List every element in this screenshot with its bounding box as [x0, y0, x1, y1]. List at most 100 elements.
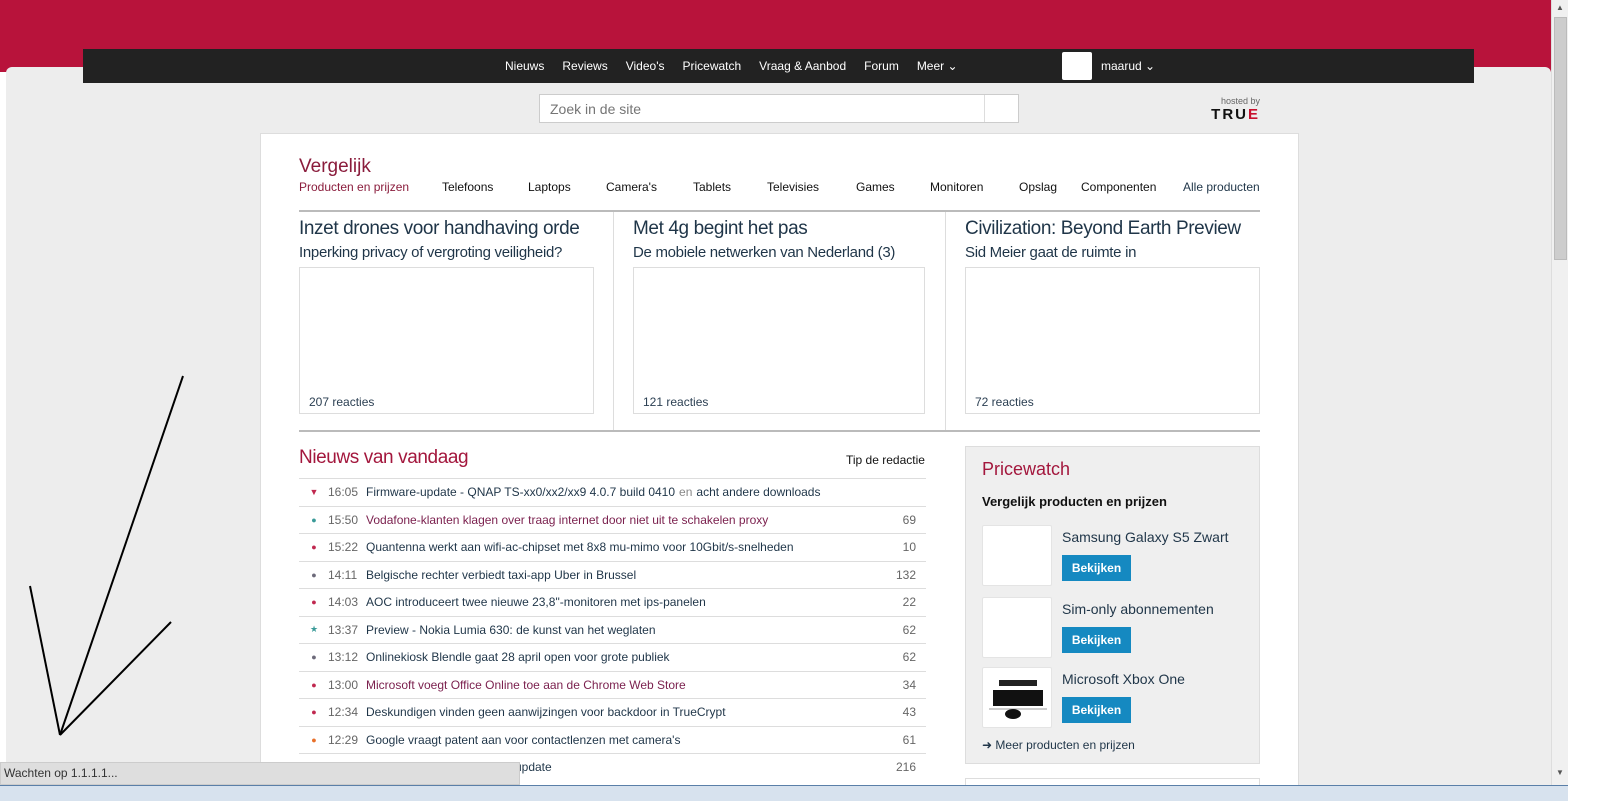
- dot-icon: ●: [311, 707, 317, 718]
- reaction-count[interactable]: 207 reacties: [309, 395, 374, 409]
- reaction-count[interactable]: 121 reacties: [643, 395, 708, 409]
- nav-videos[interactable]: Video's: [626, 59, 665, 73]
- comment-count[interactable]: 62: [903, 650, 916, 664]
- product-name[interactable]: Microsoft Xbox One: [1062, 671, 1185, 687]
- category-televisies[interactable]: Televisies: [767, 180, 819, 194]
- news-conjunction: en: [679, 485, 693, 500]
- comment-count[interactable]: 34: [903, 678, 916, 692]
- news-time: 14:03: [328, 595, 359, 610]
- scrollbar-thumb[interactable]: [1554, 17, 1567, 260]
- feature-subtitle[interactable]: Sid Meier gaat de ruimte in: [965, 244, 1260, 261]
- feature-title[interactable]: Met 4g begint het pas: [633, 218, 925, 240]
- compare-title[interactable]: Vergelijk: [299, 156, 371, 178]
- category-games[interactable]: Games: [856, 180, 895, 194]
- comment-count[interactable]: 61: [903, 733, 916, 747]
- news-item[interactable]: ● 12:34 Deskundigen vinden geen aanwijzing…: [299, 698, 926, 726]
- news-headline[interactable]: Quantenna werkt aan wifi-ac-chipset met …: [366, 540, 794, 554]
- category-cameras[interactable]: Camera's: [606, 180, 657, 194]
- feature-subtitle[interactable]: De mobiele netwerken van Nederland (3): [633, 244, 925, 261]
- nav-vraag-aanbod[interactable]: Vraag & Aanbod: [759, 59, 846, 73]
- news-item[interactable]: ● 15:50 Vodafone-klanten klagen over traag…: [299, 505, 926, 534]
- news-item[interactable]: ▼ 16:05 Firmware-update - QNAP TS-xx0/xx2/…: [299, 478, 926, 506]
- comment-count[interactable]: 62: [903, 623, 916, 637]
- reaction-count[interactable]: 72 reacties: [975, 395, 1034, 409]
- category-monitoren[interactable]: Monitoren: [930, 180, 983, 194]
- feature-title[interactable]: Civilization: Beyond Earth Preview: [965, 218, 1260, 240]
- category-tablets[interactable]: Tablets: [693, 180, 731, 194]
- news-item[interactable]: ● 14:03 AOC introduceert twee nieuwe 23,8"…: [299, 588, 926, 616]
- nav-reviews[interactable]: Reviews: [562, 59, 607, 73]
- news-item[interactable]: ★ 13:37 Preview - Nokia Lumia 630: de kuns…: [299, 615, 926, 644]
- news-headline[interactable]: Firmware-update - QNAP TS-xx0/xx2/xx9 4.…: [366, 485, 675, 499]
- news-headline[interactable]: Deskundigen vinden geen aanwijzingen voo…: [366, 705, 726, 719]
- category-laptops[interactable]: Laptops: [528, 180, 571, 194]
- category-telefoons[interactable]: Telefoons: [442, 180, 493, 194]
- news-headline[interactable]: Onlinekiosk Blendle gaat 28 april open v…: [366, 650, 670, 664]
- scroll-up-icon[interactable]: ▲: [1556, 3, 1564, 12]
- news-extra-link[interactable]: acht andere downloads: [696, 485, 820, 499]
- chevron-down-icon: ⌄: [1145, 59, 1156, 73]
- avatar[interactable]: [1062, 52, 1092, 80]
- bekijken-button[interactable]: Bekijken: [1062, 627, 1131, 653]
- comment-count[interactable]: 69: [903, 513, 916, 527]
- tip-redactie-link[interactable]: Tip de redactie: [846, 453, 925, 467]
- scroll-down-icon[interactable]: ▼: [1556, 768, 1564, 777]
- news-item[interactable]: ● 12:29 Google vraagt patent aan voor cont…: [299, 725, 926, 754]
- search-input[interactable]: [540, 95, 984, 122]
- true-logo[interactable]: TRUE: [1206, 106, 1260, 123]
- bekijken-button[interactable]: Bekijken: [1062, 697, 1131, 723]
- vertical-scrollbar[interactable]: ▲ ▼: [1551, 0, 1568, 785]
- news-item[interactable]: ● 13:12 Onlinekiosk Blendle gaat 28 april …: [299, 643, 926, 671]
- news-item[interactable]: ● 13:00 Microsoft voegt Office Online toe …: [299, 670, 926, 699]
- search-button[interactable]: [984, 95, 1018, 122]
- feature-article[interactable]: Met 4g begint het pas De mobiele netwerk…: [633, 218, 925, 414]
- feature-title[interactable]: Inzet drones voor handhaving orde: [299, 218, 594, 240]
- more-products-link[interactable]: ➜ Meer producten en prijzen: [982, 738, 1135, 752]
- dot-icon: ●: [311, 734, 317, 745]
- nav-meer[interactable]: Meer ⌄: [917, 59, 958, 73]
- compare-subtitle[interactable]: Producten en prijzen: [299, 180, 409, 194]
- download-icon: ▼: [309, 487, 319, 498]
- news-headline[interactable]: Microsoft voegt Office Online toe aan de…: [366, 678, 686, 692]
- pricewatch-title[interactable]: Pricewatch: [982, 459, 1070, 480]
- feature-image[interactable]: 72 reacties: [965, 267, 1260, 414]
- feature-article[interactable]: Inzet drones voor handhaving orde Inperk…: [299, 218, 594, 414]
- news-item[interactable]: ● 15:22 Quantenna werkt aan wifi-ac-chipse…: [299, 533, 926, 561]
- product-item: Samsung Galaxy S5 Zwart Bekijken: [982, 525, 1252, 586]
- main-content: Vergelijk Producten en prijzen Telefoons…: [260, 133, 1299, 798]
- comment-count[interactable]: 22: [903, 595, 916, 609]
- news-headline[interactable]: Preview - Nokia Lumia 630: de kunst van …: [366, 623, 656, 637]
- news-headline[interactable]: Vodafone-klanten klagen over traag inter…: [366, 513, 768, 527]
- feature-image[interactable]: 121 reacties: [633, 267, 925, 414]
- nav-pricewatch[interactable]: Pricewatch: [682, 59, 741, 73]
- news-headline[interactable]: Belgische rechter verbiedt taxi-app Uber…: [366, 568, 636, 582]
- product-thumbnail[interactable]: [982, 597, 1052, 658]
- product-name[interactable]: Samsung Galaxy S5 Zwart: [1062, 529, 1229, 545]
- product-name[interactable]: Sim-only abonnementen: [1062, 601, 1214, 617]
- news-item[interactable]: ● 14:11 Belgische rechter verbiedt taxi-ap…: [299, 560, 926, 589]
- news-title[interactable]: Nieuws van vandaag: [299, 447, 469, 469]
- user-menu[interactable]: maarud ⌄: [1101, 59, 1155, 73]
- feature-article[interactable]: Civilization: Beyond Earth Preview Sid M…: [965, 218, 1260, 414]
- comment-count[interactable]: 10: [903, 540, 916, 554]
- product-thumbnail[interactable]: [982, 525, 1052, 586]
- bekijken-button[interactable]: Bekijken: [1062, 555, 1131, 581]
- news-headline[interactable]: Google vraagt patent aan voor contactlen…: [366, 733, 680, 747]
- all-products-link[interactable]: Alle producten: [1183, 180, 1260, 194]
- news-time: 12:34: [328, 705, 359, 720]
- product-thumbnail[interactable]: [982, 667, 1052, 728]
- feature-subtitle[interactable]: Inperking privacy of vergroting veilighe…: [299, 244, 594, 261]
- search-box: [539, 94, 1019, 123]
- pricewatch-panel: Pricewatch Vergelijk producten en prijze…: [965, 446, 1260, 764]
- news-headline[interactable]: AOC introduceert twee nieuwe 23,8"-monit…: [366, 595, 706, 609]
- category-componenten[interactable]: Componenten: [1081, 180, 1156, 194]
- category-opslag[interactable]: Opslag: [1019, 180, 1057, 194]
- nav-nieuws[interactable]: Nieuws: [505, 59, 544, 73]
- dot-icon: ●: [311, 597, 317, 608]
- comment-count[interactable]: 216: [896, 760, 916, 774]
- comment-count[interactable]: 132: [896, 568, 916, 582]
- feature-image[interactable]: 207 reacties: [299, 267, 594, 414]
- nav-forum[interactable]: Forum: [864, 59, 899, 73]
- comment-count[interactable]: 43: [903, 705, 916, 719]
- dot-icon: ●: [311, 542, 317, 553]
